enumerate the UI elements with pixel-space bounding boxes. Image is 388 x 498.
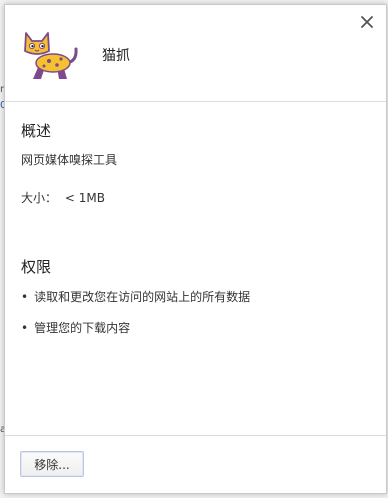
cat-logo-icon — [21, 25, 81, 83]
dialog-header: 猫抓 — [5, 5, 386, 102]
permissions-list: • 读取和更改您在访问的网站上的所有数据 • 管理您的下载内容 — [21, 288, 250, 350]
size-label: 大小： — [21, 191, 58, 205]
extension-description: 网页媒体嗅探工具 — [21, 153, 118, 167]
extension-name: 猫抓 — [102, 48, 130, 64]
close-button[interactable] — [358, 13, 376, 31]
permissions-heading: 权限 — [21, 258, 52, 276]
close-icon — [361, 16, 373, 28]
permission-item: • 读取和更改您在访问的网站上的所有数据 — [21, 288, 250, 319]
extension-details-dialog: 猫抓 概述 网页媒体嗅探工具 大小： < 1MB 权限 • 读取和更改您在访问的网… — [4, 4, 387, 494]
bullet: • — [21, 321, 29, 335]
permission-text: 读取和更改您在访问的网站上的所有数据 — [34, 290, 251, 304]
permission-text: 管理您的下载内容 — [34, 321, 131, 335]
permission-item: • 管理您的下载内容 — [21, 319, 250, 350]
remove-button[interactable]: 移除... — [20, 451, 84, 477]
extension-size: 大小： < 1MB — [21, 189, 105, 206]
size-value: < 1MB — [64, 191, 105, 205]
dialog-footer: 移除... — [5, 435, 386, 494]
bullet: • — [21, 290, 29, 304]
overview-heading: 概述 — [21, 122, 52, 140]
